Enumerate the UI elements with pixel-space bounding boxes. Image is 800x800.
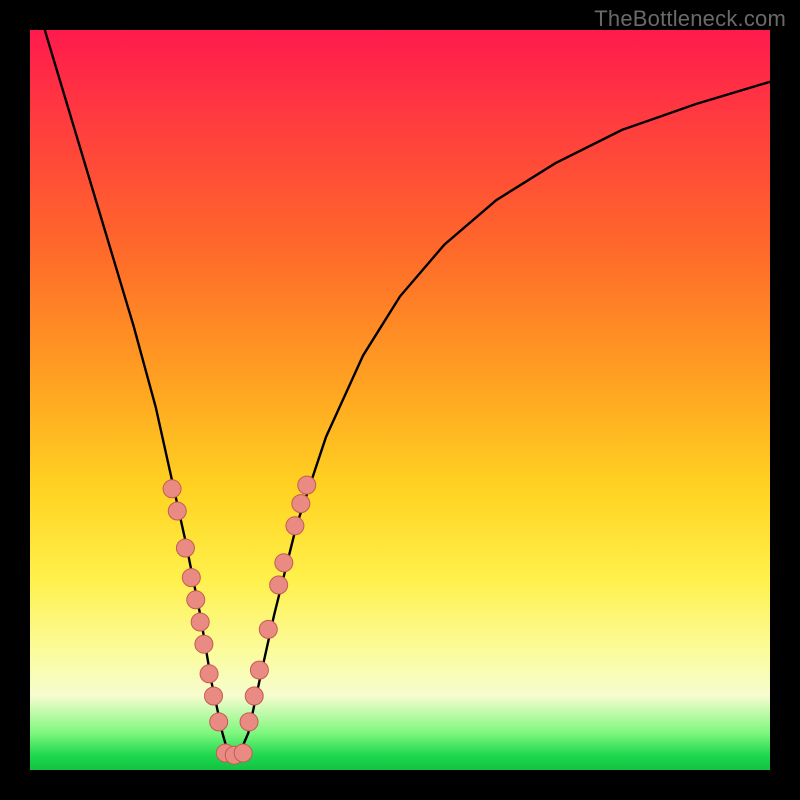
data-dot — [200, 665, 218, 683]
data-dot — [176, 539, 194, 557]
data-dot — [191, 613, 209, 631]
data-dot — [270, 576, 288, 594]
data-dot — [163, 480, 181, 498]
data-dot — [250, 661, 268, 679]
data-dot — [187, 591, 205, 609]
data-dot — [286, 517, 304, 535]
data-dot — [205, 687, 223, 705]
watermark-text: TheBottleneck.com — [594, 6, 786, 32]
data-dot — [210, 713, 228, 731]
bottleneck-curve — [45, 30, 770, 759]
plot-area — [30, 30, 770, 770]
data-dot — [275, 554, 293, 572]
chart-frame: TheBottleneck.com — [0, 0, 800, 800]
data-dot — [259, 620, 277, 638]
data-dot — [245, 687, 263, 705]
curve-layer — [30, 30, 770, 770]
data-dot — [168, 502, 186, 520]
data-dot — [240, 713, 258, 731]
data-dot — [298, 476, 316, 494]
data-dot — [182, 569, 200, 587]
data-dot — [234, 744, 252, 762]
data-dots — [163, 476, 316, 764]
data-dot — [292, 495, 310, 513]
data-dot — [195, 635, 213, 653]
